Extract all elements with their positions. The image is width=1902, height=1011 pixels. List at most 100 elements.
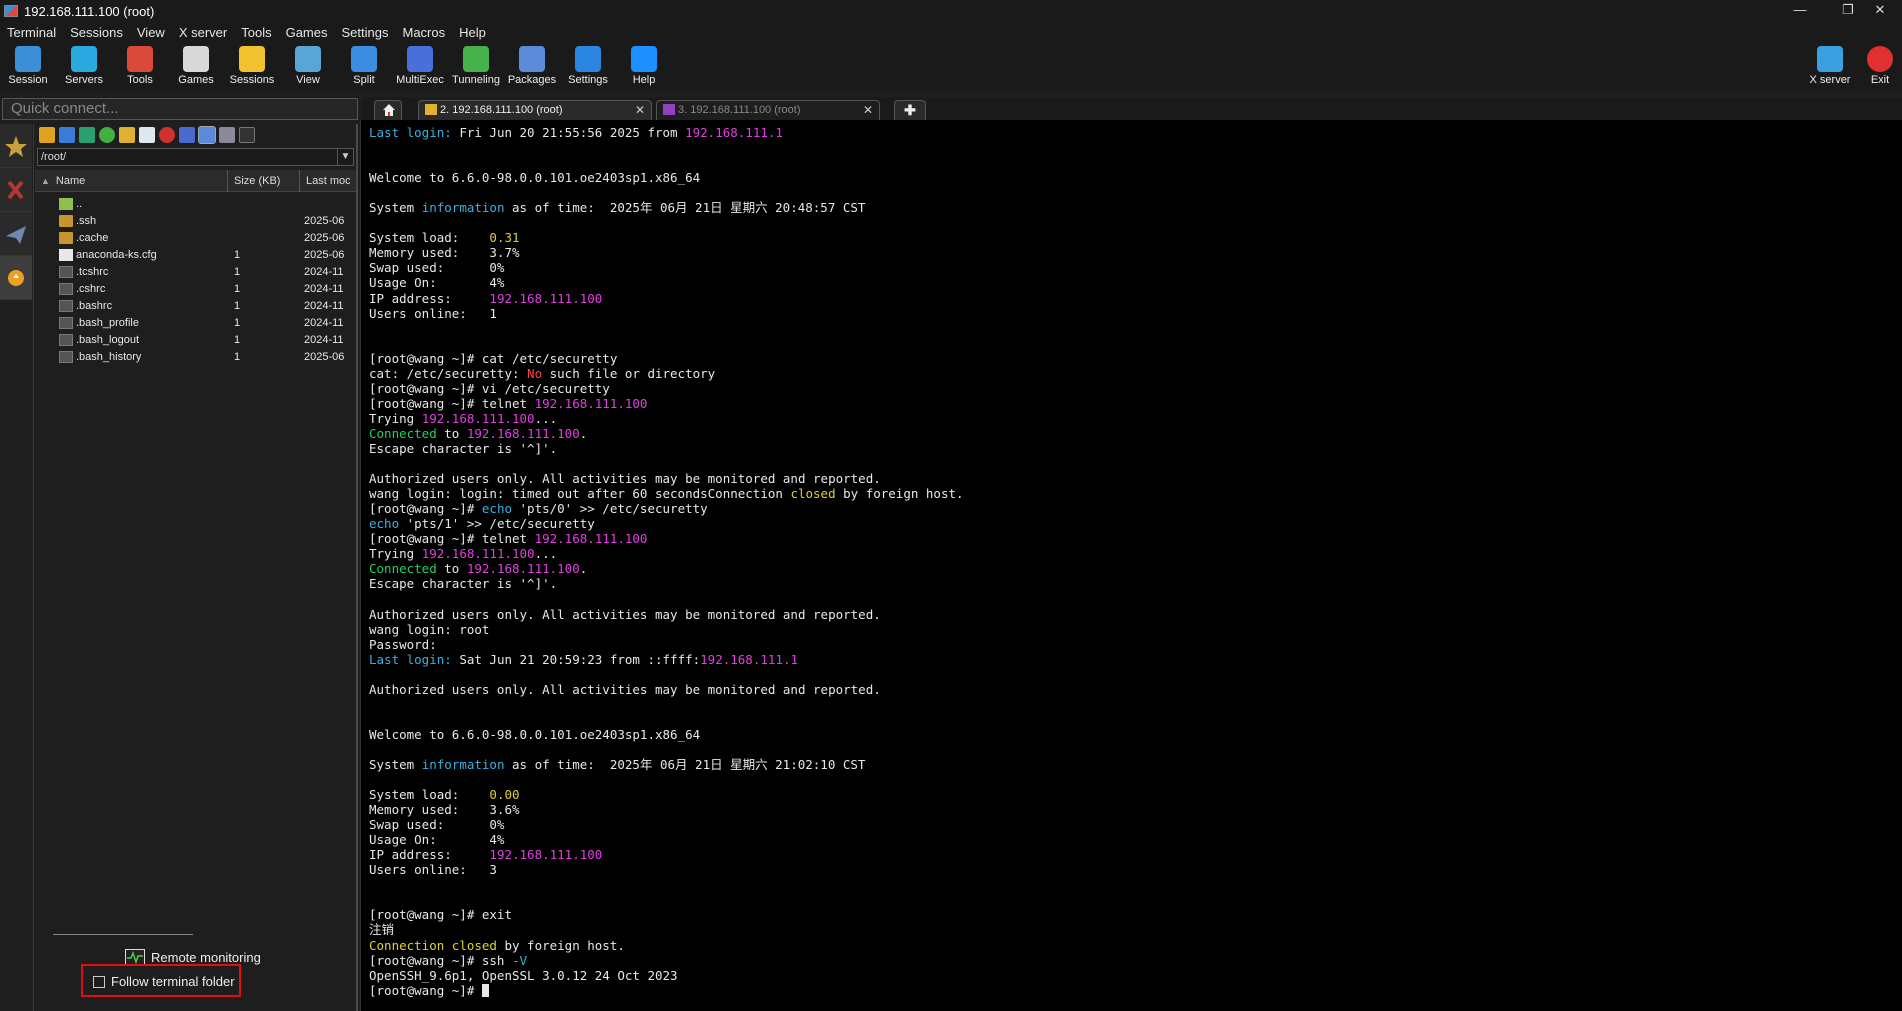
terminal-line: System load: 0.31: [369, 230, 964, 245]
toolbar-session-button[interactable]: Session: [0, 42, 56, 92]
terminal-line: [root@wang ~]# telnet 192.168.111.100: [369, 396, 964, 411]
terminal-text: to: [436, 425, 467, 441]
terminal-text: 192.168.111.100: [466, 561, 580, 577]
file-row[interactable]: .bash_profile 1 2024-11: [35, 314, 356, 331]
follow-terminal-folder-checkbox[interactable]: Follow terminal folder: [93, 974, 235, 989]
permissions-icon[interactable]: [219, 127, 235, 143]
terminal-text: 注销: [369, 922, 395, 938]
file-name: anaconda-ks.cfg: [76, 248, 157, 261]
file-row[interactable]: .bash_history 1 2025-06: [35, 348, 356, 365]
close-button[interactable]: ✕: [1858, 0, 1902, 22]
file-row[interactable]: .bashrc 1 2024-11: [35, 297, 356, 314]
new-tab-button[interactable]: ✚: [894, 100, 926, 120]
menu-view[interactable]: View: [130, 25, 172, 40]
sftp-icon: [8, 270, 24, 286]
minimize-button[interactable]: —: [1778, 0, 1822, 22]
open-folder-icon[interactable]: [39, 127, 55, 143]
toolbar-view-button[interactable]: View: [280, 42, 336, 92]
toolbar-servers-button[interactable]: Servers: [56, 42, 112, 92]
file-name: .ssh: [76, 214, 97, 227]
terminal-line: Escape character is '^]'.: [369, 441, 964, 456]
download-icon[interactable]: [59, 127, 75, 143]
terminal-text: -V: [512, 952, 528, 968]
file-row[interactable]: anaconda-ks.cfg 1 2025-06: [35, 246, 356, 263]
file-row[interactable]: .tcshrc 1 2024-11: [35, 263, 356, 280]
quick-connect-input[interactable]: Quick connect...: [2, 98, 358, 120]
upload-icon[interactable]: [79, 127, 95, 143]
sftp-tab[interactable]: [0, 256, 32, 300]
terminal-line: Welcome to 6.6.0-98.0.0.101.oe2403sp1.x8…: [369, 727, 964, 742]
toolbar-games-button[interactable]: Games: [168, 42, 224, 92]
terminal-line: Escape character is '^]'.: [369, 576, 964, 591]
terminal-text: Welcome to 6.6.0-98.0.0.101.oe2403sp1.x8…: [369, 726, 701, 742]
column-name[interactable]: ▲ Name: [35, 169, 228, 192]
terminal-view[interactable]: Last login: Fri Jun 20 21:55:56 2025 fro…: [360, 120, 1902, 1011]
terminal-line: Usage On: 4%: [369, 832, 964, 847]
close-tab-icon[interactable]: ✕: [635, 101, 645, 119]
file-date: 2024-11: [304, 282, 344, 295]
terminal-text: 0.31: [489, 230, 520, 246]
macros-tab[interactable]: [0, 212, 32, 256]
toolbar-tools-button[interactable]: Tools: [112, 42, 168, 92]
toolbar-split-button[interactable]: Split: [336, 42, 392, 92]
home-tab[interactable]: [374, 100, 402, 120]
file-row[interactable]: .cache 2025-06: [35, 229, 356, 246]
star-icon: [5, 136, 27, 157]
menu-sessions[interactable]: Sessions: [63, 25, 130, 40]
toolbar-settings-button[interactable]: Settings: [560, 42, 616, 92]
gear-icon: [575, 46, 601, 72]
file-row[interactable]: .cshrc 1 2024-11: [35, 280, 356, 297]
terminal-text: echo: [369, 516, 400, 532]
tab-session-3[interactable]: 3. 192.168.111.100 (root) ✕: [656, 100, 880, 120]
toolbar-exit-button[interactable]: Exit: [1858, 42, 1902, 92]
path-field[interactable]: /root/ ▼: [37, 148, 354, 166]
column-size[interactable]: Size (KB): [228, 169, 300, 192]
rename-icon[interactable]: [179, 127, 195, 143]
toolbar-tunneling-button[interactable]: Tunneling: [448, 42, 504, 92]
remote-monitoring-button[interactable]: Remote monitoring: [125, 949, 261, 965]
terminal-line: Last login: Sat Jun 21 20:59:23 from ::f…: [369, 652, 964, 667]
terminal-text: closed: [451, 937, 497, 953]
file-icon: [59, 282, 73, 295]
terminal-text: Connected: [369, 561, 437, 577]
terminal-text: to: [436, 561, 467, 577]
new-folder-icon[interactable]: [119, 127, 135, 143]
column-last-modified[interactable]: Last moc: [300, 170, 350, 192]
toolbar-sessions-button[interactable]: Sessions: [224, 42, 280, 92]
chevron-down-icon[interactable]: ▼: [337, 149, 353, 165]
checkbox[interactable]: [93, 975, 105, 988]
toolbar-x-server-button[interactable]: X server: [1802, 42, 1858, 92]
terminal-icon[interactable]: [239, 127, 255, 143]
menu-x-server[interactable]: X server: [172, 25, 234, 40]
close-tab-icon[interactable]: ✕: [863, 101, 873, 119]
refresh-icon[interactable]: [99, 127, 115, 143]
menu-macros[interactable]: Macros: [395, 25, 452, 40]
toolbar-label: Tunneling: [452, 74, 500, 86]
toolbar-packages-button[interactable]: Packages: [504, 42, 560, 92]
new-file-icon[interactable]: [139, 127, 155, 143]
view-icon: [295, 46, 321, 72]
menu-tools[interactable]: Tools: [234, 25, 278, 40]
menu-help[interactable]: Help: [452, 25, 493, 40]
file-row[interactable]: ..: [35, 195, 356, 212]
file-row[interactable]: .ssh 2025-06: [35, 212, 356, 229]
show-hidden-icon[interactable]: [198, 126, 216, 144]
menu-settings[interactable]: Settings: [335, 25, 396, 40]
delete-icon[interactable]: [159, 127, 175, 143]
toolbar-help-button[interactable]: Help: [616, 42, 672, 92]
menu-games[interactable]: Games: [279, 25, 335, 40]
terminal-line: wang login: root: [369, 622, 964, 637]
menu-terminal[interactable]: Terminal: [0, 25, 63, 40]
tab-label: 3. 192.168.111.100 (root): [678, 104, 801, 116]
terminal-output: Last login: Fri Jun 20 21:55:56 2025 fro…: [369, 125, 964, 998]
sessions-star-tab[interactable]: [0, 124, 32, 168]
tab-session-2[interactable]: 2. 192.168.111.100 (root) ✕: [418, 100, 652, 120]
file-row[interactable]: .bash_logout 1 2024-11: [35, 331, 356, 348]
toolbar-multiexec-button[interactable]: MultiExec: [392, 42, 448, 92]
terminal-line: [root@wang ~]# echo 'pts/0' >> /etc/secu…: [369, 501, 964, 516]
terminal-line: cat: /etc/securetty: No such file or dir…: [369, 366, 964, 381]
tools-tab[interactable]: [0, 168, 32, 212]
